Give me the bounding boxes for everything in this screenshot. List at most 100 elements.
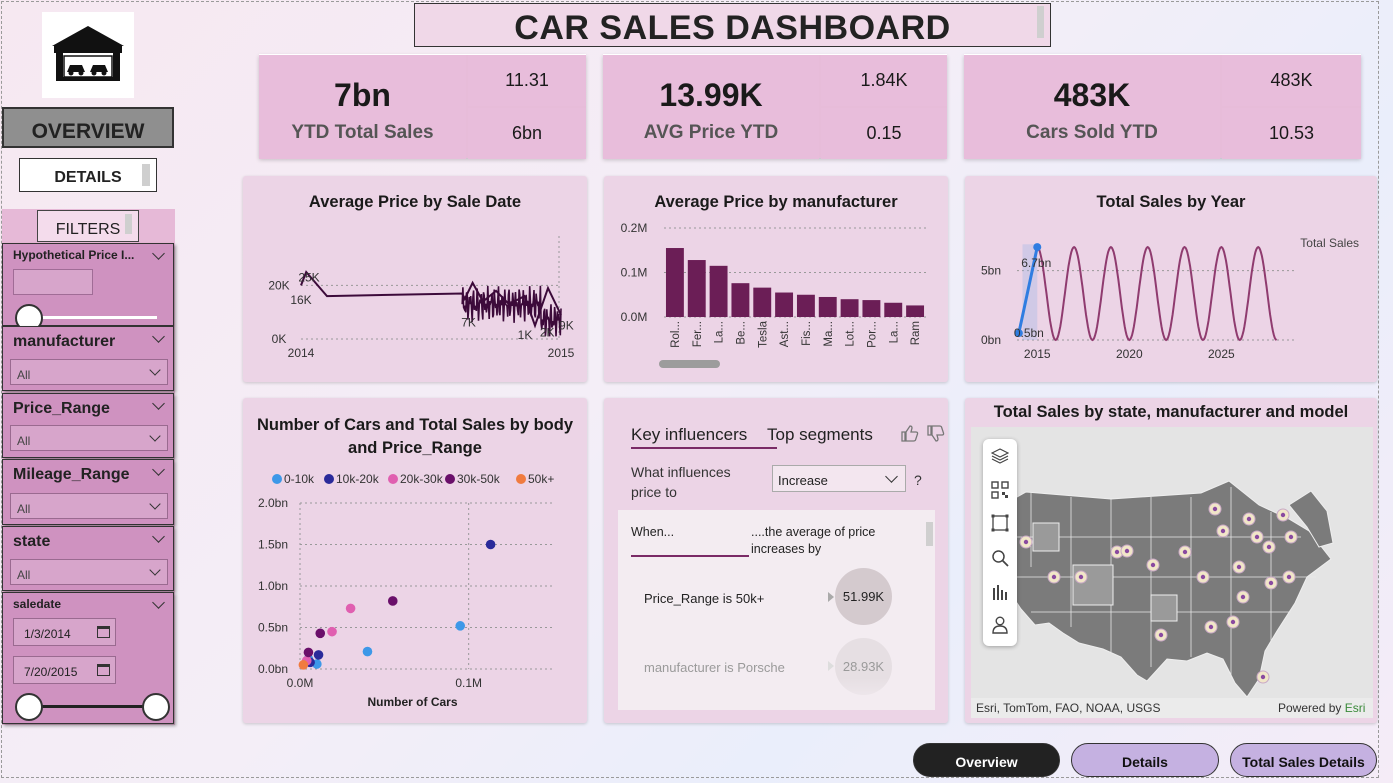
map-location-center [1230,619,1236,625]
x-tick-label: 0.1M [455,676,482,690]
kpi-bottom-value: 10.53 [1222,108,1361,159]
state-dropdown[interactable]: All [10,559,168,585]
chevron-down-icon[interactable] [152,330,165,343]
map-canvas[interactable]: Esri, TomTom, FAO, NOAA, USGS Powered by… [971,427,1373,718]
bar [731,283,750,317]
thumbs-down-icon[interactable] [925,424,945,444]
price-range-dropdown[interactable]: All [10,425,168,451]
layers-icon[interactable] [991,447,1009,465]
avg-price-line-chart[interactable]: 0K 20K 2014 2015 25K 16K 7K 1K 2K 9K [243,176,587,382]
legend-marker [324,474,334,484]
influence-direction-select[interactable]: Increase [772,465,906,492]
bar-chart-scrollbar[interactable] [659,360,720,368]
help-icon[interactable]: ? [914,472,922,488]
bottom-nav-details[interactable]: Details [1071,743,1219,777]
bottom-nav-overview[interactable]: Overview [913,743,1060,777]
rect-select-icon[interactable] [991,514,1009,532]
start-date-input[interactable]: 1/3/2014 [13,618,116,646]
price-slicer: Hypothetical Price I... [2,243,174,332]
data-label: 9K [559,319,574,333]
date-slider-track[interactable] [29,705,157,708]
chevron-down-icon[interactable] [152,247,165,260]
kpi-value: 483K [1053,77,1131,113]
influencers-scrollbar[interactable] [926,522,933,546]
influencer-row-label[interactable]: Price_Range is 50k+ [644,591,764,606]
map-location-center [1280,512,1286,518]
influencer-question: What influences price to [631,464,731,500]
title-scrollbar[interactable] [1037,6,1044,38]
bar-chart-icon[interactable] [991,583,1009,601]
saledate-slicer: saledate 1/3/2014 7/20/2015 [2,592,174,724]
overview-nav-button[interactable]: OVERVIEW [2,107,174,148]
data-label: 16K [290,293,311,307]
chevron-down-icon[interactable] [152,596,165,609]
y-tick-label: 1.0bn [258,579,288,593]
filters-header: FILTERS [37,210,139,242]
qr-select-icon[interactable] [991,481,1009,499]
date-slider-end-handle[interactable] [142,693,170,721]
price-value-input[interactable] [13,269,93,295]
calendar-icon[interactable] [97,626,110,638]
x-tick-label: 2015 [548,346,575,360]
y-tick-label: 0.0M [621,310,648,324]
data-label: 2K [540,325,555,339]
legend-marker [272,474,282,484]
esri-link[interactable]: Esri [1345,701,1366,715]
x-tick-label: Por... [866,321,878,348]
legend-label: 10k-20k [336,472,380,486]
x-tick-label: Ram [910,321,922,345]
fade-overlay [618,678,935,710]
scatter-point [387,596,398,606]
scatter-point [303,647,314,658]
x-tick-label: 2020 [1116,347,1143,361]
map-location-center [1212,506,1218,512]
details-scrollbar[interactable] [142,164,150,186]
state-slicer-label: state [13,533,51,550]
legend-label: 20k-30k [400,472,444,486]
chevron-down-icon[interactable] [152,530,165,543]
calendar-icon[interactable] [97,664,110,676]
price-slider-track[interactable] [25,316,157,319]
x-tick-label: 2015 [1024,347,1051,361]
thumbs-up-icon[interactable] [899,423,919,443]
details-nav-button[interactable]: DETAILS [19,158,157,192]
mileage-range-dropdown[interactable]: All [10,493,168,519]
map-location-center [1200,574,1206,580]
x-axis-label: Number of Cars [367,695,457,709]
mileage-range-slicer-label: Mileage_Range [13,466,130,483]
end-date-input[interactable]: 7/20/2015 [13,656,116,684]
y-tick-label: 0.5bn [258,621,288,635]
user-icon[interactable] [991,616,1009,634]
avg-price-bar-chart[interactable]: 0.0M0.1M0.2MRol... Fer... La... Be... Tesla A… [604,176,948,382]
manufacturer-dropdown[interactable]: All [10,359,168,385]
tab-top-segments[interactable]: Top segments [767,425,873,445]
map-location-center [1220,528,1226,534]
scatter-point [298,660,309,670]
bar [906,305,925,317]
chevron-down-icon[interactable] [152,397,165,410]
bar [687,260,706,317]
bottom-nav-total-sales-details[interactable]: Total Sales Details [1230,743,1377,777]
arrow-right-icon [828,661,834,671]
tab-key-influencers[interactable]: Key influencers [631,425,747,445]
map-location-center [1208,624,1214,630]
filters-scrollbar[interactable] [125,214,132,234]
chevron-down-icon[interactable] [152,463,165,476]
legend-marker [516,474,526,484]
cars-vs-sales-scatter-chart[interactable]: 0.0bn0.5bn1.0bn1.5bn2.0bn0.0M 0.1MNumber … [243,398,587,723]
mileage-range-slicer: Mileage_Range All [2,459,174,525]
date-slider-start-handle[interactable] [15,693,43,721]
sales-map-card: Total Sales by state, manufacturer and m… [965,398,1377,723]
data-label: 1K [518,328,533,342]
x-tick-label: 0.0M [287,676,314,690]
map-toolbar [983,439,1017,646]
bar [862,300,881,317]
influencer-row-label[interactable]: manufacturer is Porsche [644,660,785,675]
powered-by-label: Powered by Esri [1278,701,1366,715]
scatter-point [327,626,337,637]
total-sales-year-chart[interactable]: 0bn 5bn 2015 2020 2025 Total Sales 0.5bn 6.7bn [965,176,1377,382]
x-tick-label: 2025 [1208,347,1235,361]
map-location-center [1051,574,1057,580]
search-icon[interactable] [991,549,1009,567]
legend-label: 30k-50k [457,472,501,486]
